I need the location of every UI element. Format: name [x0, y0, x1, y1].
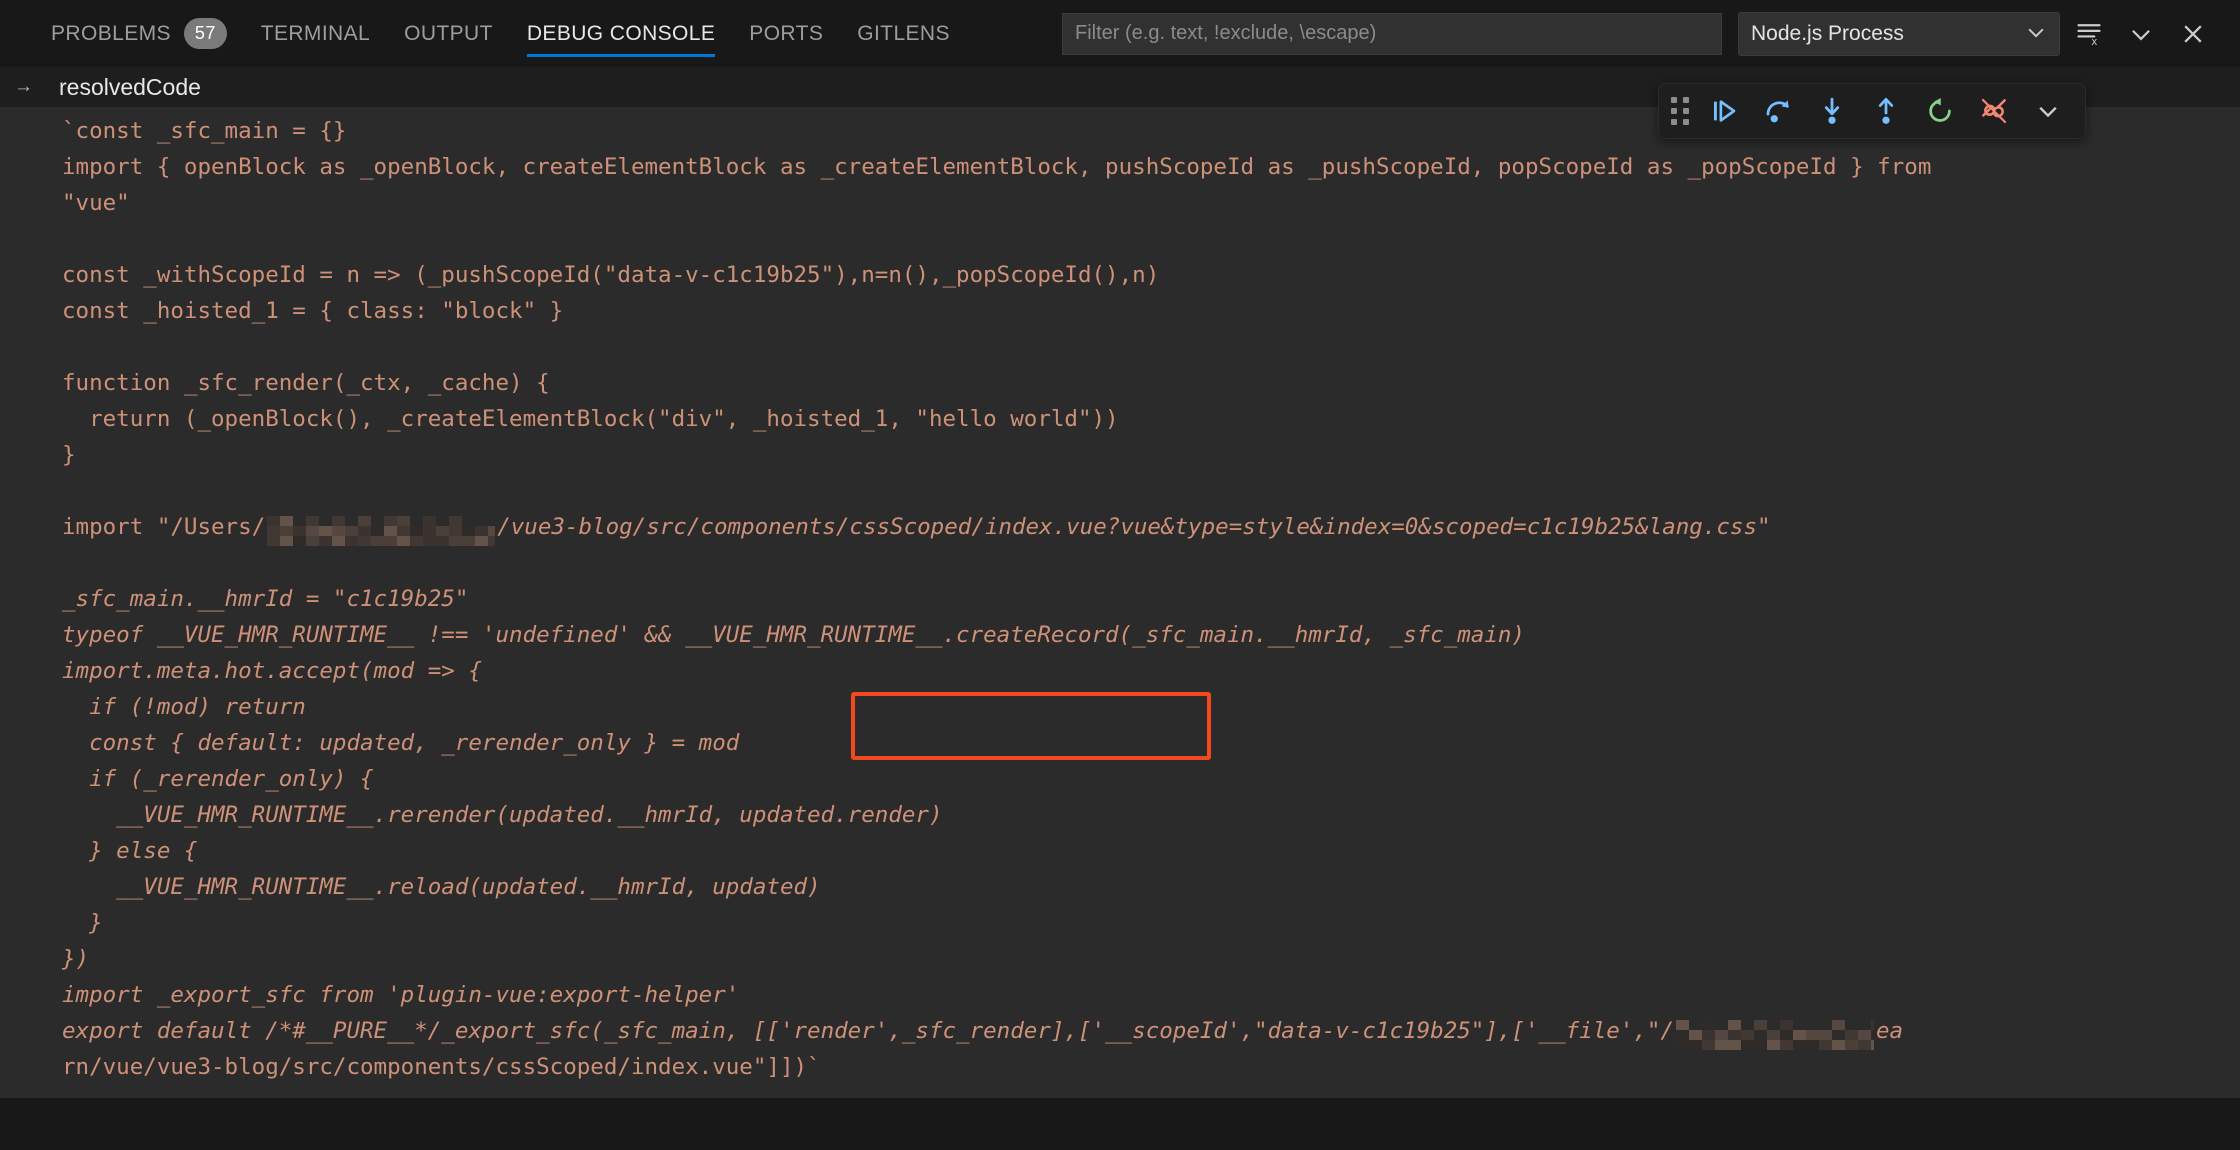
- chevron-down-icon: [2025, 21, 2047, 47]
- clear-console-icon[interactable]: x: [2066, 11, 2112, 57]
- redacted-path-block: [267, 516, 496, 546]
- tab-output[interactable]: OUTPUT: [387, 0, 510, 67]
- console-code-line: [0, 545, 2240, 581]
- continue-button[interactable]: [1699, 89, 1749, 133]
- console-code-line: import { openBlock as _openBlock, create…: [0, 149, 2240, 185]
- code-line-text: typeof __VUE_HMR_RUNTIME__ !== 'undefine…: [62, 622, 1525, 648]
- console-code-line: }: [0, 437, 2240, 473]
- toolbar-more-button[interactable]: [2023, 89, 2073, 133]
- drag-handle-icon[interactable]: [1667, 89, 1693, 133]
- console-code-line: const _hoisted_1 = { class: "block" }: [0, 293, 2240, 329]
- problems-count-badge: 57: [183, 18, 227, 49]
- code-line-text: }: [62, 442, 76, 468]
- code-line-text: if (!mod) return: [62, 694, 306, 720]
- console-code-line: if (!mod) return: [0, 689, 2240, 725]
- tab-debug-console-label: DEBUG CONSOLE: [526, 21, 716, 45]
- panel-toolbar: Node.js Process x: [1062, 0, 2216, 67]
- tab-ports[interactable]: PORTS: [732, 0, 840, 67]
- console-code-line: import "/Users/ /vue3-blog/src/components…: [0, 509, 2240, 546]
- tab-ports-label: PORTS: [749, 21, 824, 45]
- console-code-line: const _withScopeId = n => (_pushScopeId(…: [0, 257, 2240, 293]
- code-line-text: __VUE_HMR_RUNTIME__.rerender(updated.__h…: [62, 802, 943, 828]
- console-code-line: rn/vue/vue3-blog/src/components/cssScope…: [0, 1049, 2240, 1085]
- console-code-line: __VUE_HMR_RUNTIME__.rerender(updated.__h…: [0, 797, 2240, 833]
- console-code-line: import _export_sfc from 'plugin-vue:expo…: [0, 977, 2240, 1013]
- expression-label: resolvedCode: [59, 73, 201, 100]
- code-line-text-tail: ea: [1876, 1018, 1904, 1044]
- console-code-line: }: [0, 905, 2240, 941]
- panel-bottom-strip: [0, 1098, 2240, 1150]
- tab-debug-console[interactable]: DEBUG CONSOLE: [510, 0, 732, 67]
- tab-terminal-label: TERMINAL: [260, 21, 371, 45]
- code-line-text: _sfc_main.__hmrId = "c1c19b25": [62, 586, 469, 612]
- console-code-line: [0, 329, 2240, 365]
- code-line-text: return (_openBlock(), _createElementBloc…: [62, 406, 1119, 432]
- console-code-line: _sfc_main.__hmrId = "c1c19b25": [0, 581, 2240, 617]
- tab-terminal[interactable]: TERMINAL: [244, 0, 387, 67]
- console-code-line: function _sfc_render(_ctx, _cache) {: [0, 365, 2240, 401]
- debug-toolbar[interactable]: [1658, 83, 2086, 139]
- tab-gitlens[interactable]: GITLENS: [840, 0, 967, 67]
- console-code-line: __VUE_HMR_RUNTIME__.reload(updated.__hmr…: [0, 869, 2240, 905]
- code-line-text: function _sfc_render(_ctx, _cache) {: [62, 370, 550, 396]
- filter-input[interactable]: [1062, 12, 1722, 55]
- console-code-line: [0, 473, 2240, 509]
- code-line-text: } else {: [62, 838, 198, 864]
- code-line-text-tail: /vue3-blog/src/components/cssScoped/inde…: [497, 514, 1771, 540]
- console-code-line: typeof __VUE_HMR_RUNTIME__ !== 'undefine…: [0, 617, 2240, 653]
- tab-output-label: OUTPUT: [404, 21, 493, 45]
- code-line-text: if (_rerender_only) {: [62, 766, 374, 792]
- svg-text:x: x: [2091, 36, 2097, 48]
- tab-gitlens-label: GITLENS: [857, 21, 950, 45]
- console-code-line: } else {: [0, 833, 2240, 869]
- code-line-text: import "/Users/: [62, 514, 266, 540]
- expression-arrow-icon: →: [14, 76, 33, 97]
- step-out-button[interactable]: [1861, 89, 1911, 133]
- code-line-text: const _hoisted_1 = { class: "block" }: [62, 298, 564, 324]
- console-code-line: const { default: updated, _rerender_only…: [0, 725, 2240, 761]
- code-line-text: import.meta.hot.accept(mod => {: [62, 658, 482, 684]
- debug-console-panel: PROBLEMS 57 TERMINAL OUTPUT DEBUG CONSOL…: [0, 0, 2240, 1150]
- console-code-line: "vue": [0, 185, 2240, 221]
- console-output-area[interactable]: → resolvedCode `const _sfc_main = {} impo…: [0, 67, 2240, 1150]
- code-line-text: const _withScopeId = n => (_pushScopeId(…: [62, 262, 1160, 288]
- console-code-line: return (_openBlock(), _createElementBloc…: [0, 401, 2240, 437]
- code-line-text: import _export_sfc from 'plugin-vue:expo…: [62, 982, 740, 1008]
- panel-tab-bar: PROBLEMS 57 TERMINAL OUTPUT DEBUG CONSOL…: [0, 0, 2240, 67]
- code-line-text: `const _sfc_main = {}: [62, 118, 347, 144]
- panel-more-actions-icon[interactable]: [2118, 11, 2164, 57]
- code-line-text: export default /*#__PURE__*/_export_sfc(…: [62, 1018, 1674, 1044]
- code-line-text: __VUE_HMR_RUNTIME__.reload(updated.__hmr…: [62, 874, 821, 900]
- console-code-line: }): [0, 941, 2240, 977]
- code-line-text: }): [62, 946, 90, 972]
- code-line-text: import { openBlock as _openBlock, create…: [62, 154, 1932, 180]
- console-code-line: if (_rerender_only) {: [0, 761, 2240, 797]
- restart-button[interactable]: [1915, 89, 1965, 133]
- code-line-text: }: [62, 910, 103, 936]
- code-line-text: rn/vue/vue3-blog/src/components/cssScope…: [62, 1054, 821, 1080]
- step-into-button[interactable]: [1807, 89, 1857, 133]
- debug-session-select[interactable]: Node.js Process: [1738, 11, 2060, 56]
- disconnect-button[interactable]: [1969, 89, 2019, 133]
- code-line-text: const { default: updated, _rerender_only…: [62, 730, 740, 756]
- console-code-output: `const _sfc_main = {} import { openBlock …: [0, 107, 2240, 1085]
- panel-tabs: PROBLEMS 57 TERMINAL OUTPUT DEBUG CONSOL…: [34, 0, 967, 67]
- console-code-line: export default /*#__PURE__*/_export_sfc(…: [0, 1013, 2240, 1050]
- redacted-path-block: [1676, 1020, 1874, 1050]
- code-line-text: "vue": [62, 190, 130, 216]
- close-icon[interactable]: [2170, 11, 2216, 57]
- tab-problems[interactable]: PROBLEMS 57: [34, 0, 244, 67]
- console-code-line: import.meta.hot.accept(mod => {: [0, 653, 2240, 689]
- tab-problems-label: PROBLEMS: [51, 21, 171, 45]
- debug-session-value: Node.js Process: [1751, 21, 1904, 45]
- console-code-line: [0, 221, 2240, 257]
- step-over-button[interactable]: [1753, 89, 1803, 133]
